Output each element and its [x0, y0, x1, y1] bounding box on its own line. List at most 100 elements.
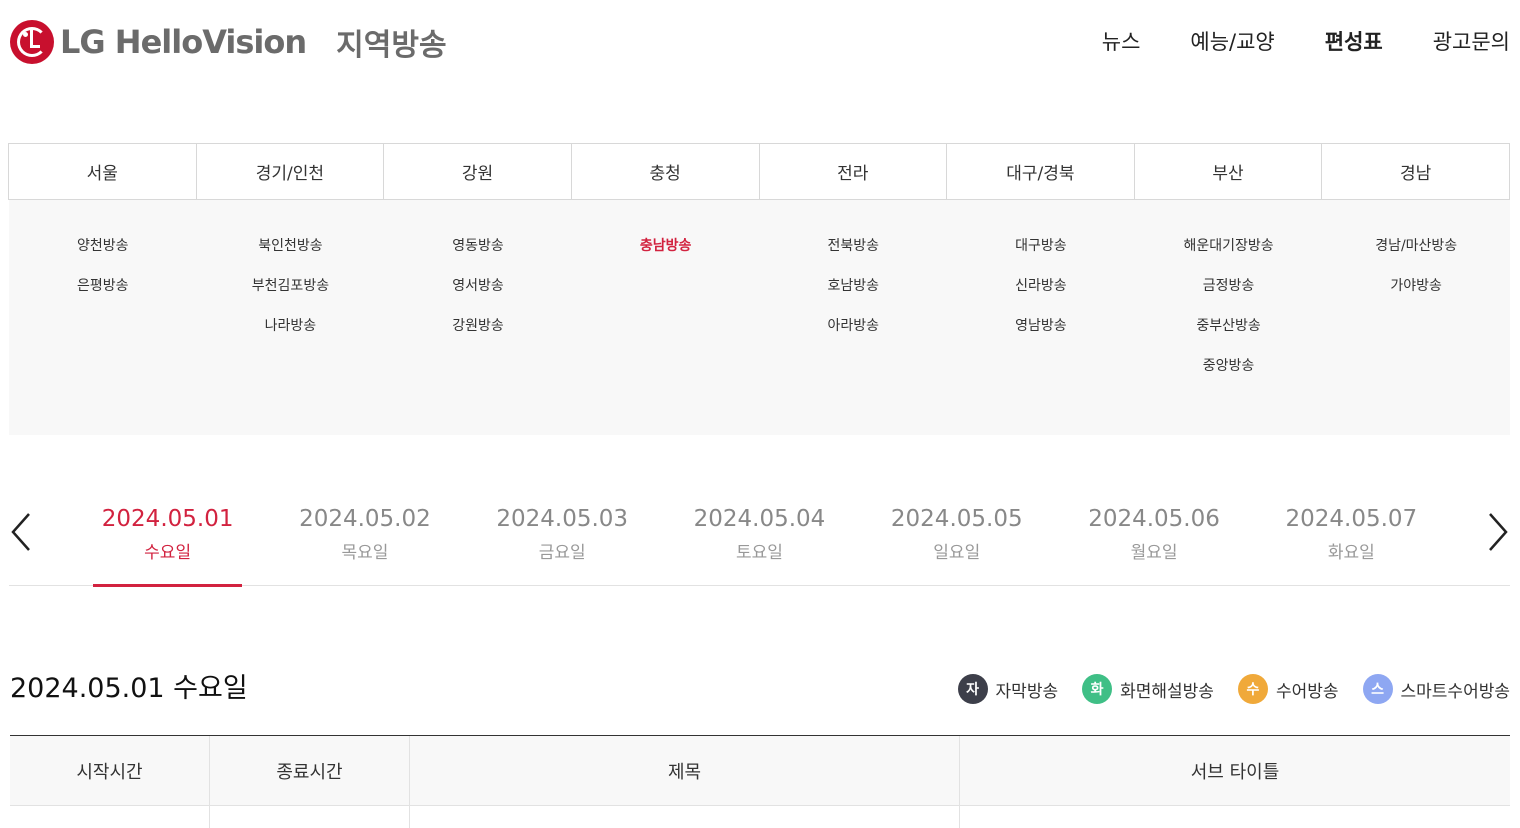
date-tab[interactable]: 2024.05.05 일요일 — [858, 490, 1055, 586]
header-subtitle: 서브 타이틀 — [1190, 761, 1280, 783]
header-end-time: 종료시간 — [210, 736, 410, 805]
date-number: 2024.05.07 — [1285, 506, 1418, 532]
channel-link[interactable]: 양천방송 — [77, 236, 129, 256]
header-start-time: 시작시간 — [10, 736, 210, 805]
channel-link[interactable]: 해운대기장방송 — [1183, 236, 1273, 256]
region-tab-daegu-gyeongbuk[interactable]: 대구/경북 — [947, 144, 1135, 199]
channel-column: 충남방송 — [572, 200, 760, 435]
region-tab-seoul[interactable]: 서울 — [9, 144, 197, 199]
logo-subtitle: 지역방송 — [336, 28, 447, 63]
legend-label: 수어방송 — [1275, 681, 1339, 702]
date-number: 2024.05.03 — [496, 506, 629, 532]
date-weekday: 토요일 — [736, 543, 783, 563]
date-number: 2024.05.06 — [1088, 506, 1220, 532]
date-tab[interactable]: 2024.05.06 월요일 — [1055, 490, 1252, 586]
channel-link[interactable]: 가야방송 — [1390, 276, 1442, 296]
header-title: 제목 — [410, 736, 960, 805]
table-header: 시작시간 종료시간 제목 서브 타이틀 — [10, 736, 1510, 806]
legend-item: 화 화면해설방송 — [1082, 674, 1214, 704]
channel-panel: 양천방송 은평방송 북인천방송 부천김포방송 나라방송 영동방송 영서방송 강원… — [9, 200, 1510, 435]
channel-link[interactable]: 강원방송 — [452, 316, 504, 336]
date-list: 2024.05.01 수요일 2024.05.02 목요일 2024.05.03… — [69, 490, 1450, 587]
broadcast-legend: 자 자막방송 화 화면해설방송 수 수어방송 스 스마트수어방송 — [957, 674, 1510, 704]
date-weekday: 수요일 — [144, 543, 192, 563]
date-tab[interactable]: 2024.05.03 금요일 — [464, 490, 661, 586]
legend-label: 스마트수어방송 — [1400, 681, 1510, 702]
sign-language-badge-icon: 수 — [1237, 674, 1268, 704]
legend-label: 화면해설방송 — [1120, 681, 1214, 702]
channel-link[interactable]: 영남방송 — [1015, 316, 1067, 336]
table-row — [10, 806, 1510, 828]
channel-link[interactable]: 경남/마산방송 — [1375, 236, 1457, 256]
region-tab-gyeongnam[interactable]: 경남 — [1322, 144, 1509, 199]
date-weekday: 화요일 — [1327, 543, 1375, 563]
site-header: LG HelloVision 지역방송 뉴스 예능/교양 편성표 광고문의 — [0, 0, 1520, 84]
region-tab-gangwon[interactable]: 강원 — [384, 144, 572, 199]
nav-schedule[interactable]: 편성표 — [1325, 26, 1383, 56]
channel-link[interactable]: 부천김포방송 — [252, 276, 329, 296]
audio-description-badge-icon: 화 — [1082, 674, 1113, 704]
channel-column: 전북방송 호남방송 아라방송 — [760, 200, 948, 435]
nav-news[interactable]: 뉴스 — [1102, 26, 1141, 56]
next-week-button[interactable] — [1486, 512, 1510, 552]
date-tab[interactable]: 2024.05.07 화요일 — [1253, 490, 1450, 586]
main-nav: 뉴스 예능/교양 편성표 광고문의 — [1102, 26, 1510, 56]
table-cell — [960, 806, 1510, 828]
legend-item: 스 스마트수어방송 — [1362, 674, 1510, 704]
legend-item: 수 수어방송 — [1237, 674, 1339, 704]
channel-link[interactable]: 아라방송 — [828, 316, 880, 336]
channel-link[interactable]: 금정방송 — [1203, 276, 1255, 296]
channel-column: 대구방송 신라방송 영남방송 — [947, 200, 1135, 435]
channel-link[interactable]: 나라방송 — [265, 316, 317, 336]
legend-item: 자 자막방송 — [957, 674, 1059, 704]
channel-link[interactable]: 은평방송 — [77, 276, 129, 296]
table-cell — [10, 806, 210, 828]
table-cell — [210, 806, 410, 828]
nav-ad-inquiry[interactable]: 광고문의 — [1433, 26, 1510, 56]
lg-logo-icon — [10, 20, 54, 64]
region-tab-busan[interactable]: 부산 — [1135, 144, 1323, 199]
date-number: 2024.05.04 — [693, 506, 826, 532]
channel-link[interactable]: 중부산방송 — [1196, 316, 1260, 336]
region-tab-gyeonggi-incheon[interactable]: 경기/인천 — [197, 144, 385, 199]
date-number: 2024.05.01 — [101, 506, 234, 532]
caption-badge-icon: 자 — [957, 674, 988, 704]
chevron-left-icon — [11, 513, 30, 551]
prev-week-button[interactable] — [9, 512, 33, 552]
channel-link[interactable]: 신라방송 — [1015, 276, 1067, 296]
channel-link[interactable]: 북인천방송 — [258, 236, 322, 256]
table-cell — [410, 806, 960, 828]
date-tab[interactable]: 2024.05.04 토요일 — [661, 490, 858, 586]
channel-link-active[interactable]: 충남방송 — [640, 236, 692, 256]
legend-label: 자막방송 — [995, 681, 1059, 702]
chevron-right-icon — [1489, 513, 1508, 551]
schedule-table: 시작시간 종료시간 제목 서브 타이틀 — [10, 735, 1510, 828]
logo[interactable]: LG HelloVision 지역방송 — [10, 20, 447, 64]
region-tabs: 서울 경기/인천 강원 충청 전라 대구/경북 부산 경남 — [8, 143, 1510, 200]
date-selector: 2024.05.01 수요일 2024.05.02 목요일 2024.05.03… — [9, 490, 1510, 587]
date-tab[interactable]: 2024.05.02 목요일 — [266, 490, 463, 586]
channel-link[interactable]: 영동방송 — [452, 236, 504, 256]
channel-column: 경남/마산방송 가야방송 — [1322, 200, 1510, 435]
date-number: 2024.05.05 — [890, 506, 1023, 532]
date-weekday: 일요일 — [933, 543, 981, 563]
channel-link[interactable]: 영서방송 — [452, 276, 504, 296]
nav-entertainment[interactable]: 예능/교양 — [1190, 26, 1274, 56]
region-tab-jeolla[interactable]: 전라 — [760, 144, 948, 199]
channel-column: 양천방송 은평방송 — [9, 200, 197, 435]
channel-link[interactable]: 대구방송 — [1015, 236, 1067, 256]
selected-date-title: 2024.05.01 수요일 — [10, 673, 248, 704]
date-tab-active[interactable]: 2024.05.01 수요일 — [69, 490, 266, 587]
channel-link[interactable]: 전북방송 — [828, 236, 880, 256]
channel-link[interactable]: 호남방송 — [828, 276, 880, 296]
date-number: 2024.05.02 — [299, 506, 431, 532]
date-weekday: 금요일 — [538, 543, 586, 563]
channel-column: 영동방송 영서방송 강원방송 — [384, 200, 572, 435]
region-tab-chungcheong[interactable]: 충청 — [572, 144, 760, 199]
channel-link[interactable]: 중앙방송 — [1203, 356, 1255, 376]
date-weekday: 월요일 — [1130, 543, 1178, 563]
smart-sign-language-badge-icon: 스 — [1362, 674, 1393, 704]
channel-column: 해운대기장방송 금정방송 중부산방송 중앙방송 — [1135, 200, 1323, 435]
logo-text: LG HelloVision — [60, 23, 307, 61]
channel-column: 북인천방송 부천김포방송 나라방송 — [197, 200, 385, 435]
